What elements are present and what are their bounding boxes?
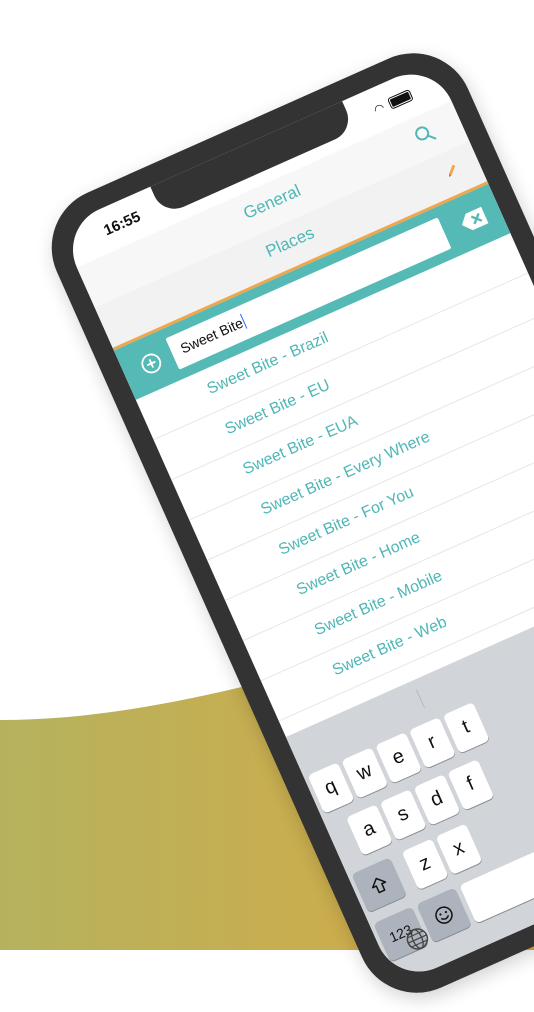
status-time: 16:55 bbox=[101, 208, 144, 240]
clear-icon[interactable] bbox=[457, 204, 492, 235]
wifi-icon: ◠ bbox=[371, 100, 387, 118]
battery-icon bbox=[387, 88, 414, 110]
shift-icon[interactable] bbox=[351, 857, 407, 913]
search-input-value: Sweet Bite bbox=[177, 314, 246, 357]
status-icons: ◠ bbox=[372, 88, 415, 117]
suggestion-divider bbox=[416, 689, 426, 709]
add-icon[interactable] bbox=[137, 349, 166, 378]
